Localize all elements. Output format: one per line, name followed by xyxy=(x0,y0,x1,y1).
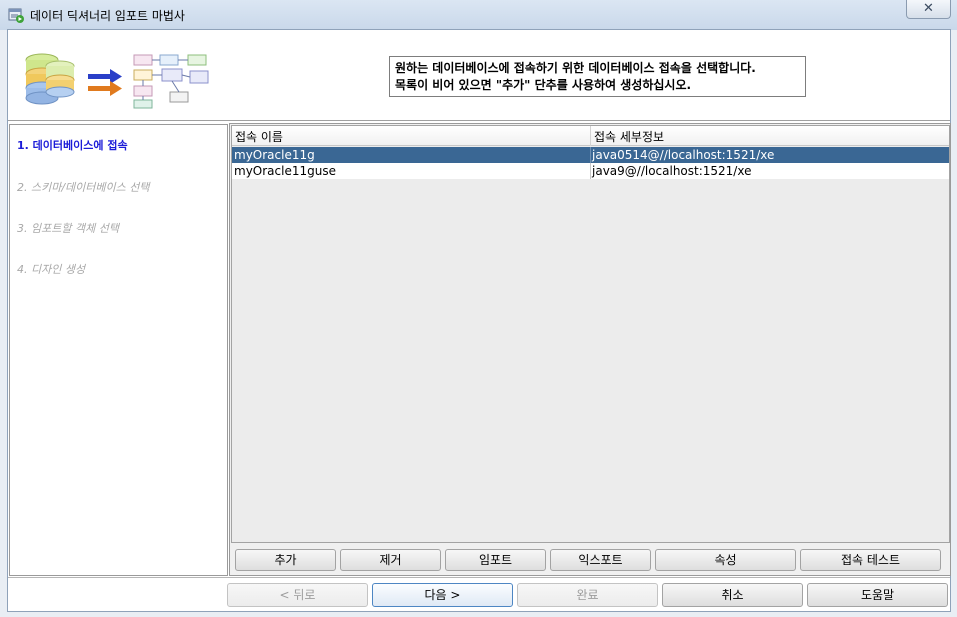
export-button[interactable]: 익스포트 xyxy=(550,549,651,571)
back-button[interactable]: < 뒤로 xyxy=(227,583,368,607)
step-connect-database: 1. 데이터베이스에 접속 xyxy=(17,139,128,152)
connection-content-panel: 접속 이름 접속 세부정보 myOracle11g java0514@//loc… xyxy=(229,123,951,576)
database-diagram-icon xyxy=(25,53,209,109)
title-bar: 데이터 딕셔너리 임포트 마법사 ✕ xyxy=(0,0,957,30)
connection-table[interactable]: 접속 이름 접속 세부정보 myOracle11g java0514@//loc… xyxy=(231,125,950,543)
table-row[interactable]: myOracle11g java0514@//localhost:1521/xe xyxy=(232,147,949,163)
connection-details-cell: java0514@//localhost:1521/xe xyxy=(592,148,775,162)
close-button[interactable]: ✕ xyxy=(906,0,951,19)
finish-button[interactable]: 완료 xyxy=(517,583,658,607)
table-header: 접속 이름 접속 세부정보 xyxy=(232,126,949,146)
instruction-line-2: 목록이 비어 있으면 "추가" 단추를 사용하여 생성하십시오. xyxy=(395,78,692,92)
bottom-separator xyxy=(8,577,950,578)
test-connection-button[interactable]: 접속 테스트 xyxy=(800,549,941,571)
instruction-line-1: 원하는 데이터베이스에 접속하기 위한 데이터베이스 접속을 선택합니다. xyxy=(395,61,756,75)
step-generate-design: 4. 디자인 생성 xyxy=(17,263,86,276)
connection-details-cell: java9@//localhost:1521/xe xyxy=(592,164,752,178)
column-header-details[interactable]: 접속 세부정보 xyxy=(594,128,664,145)
window-title: 데이터 딕셔너리 임포트 마법사 xyxy=(30,9,185,23)
cancel-button[interactable]: 취소 xyxy=(662,583,803,607)
table-row[interactable]: myOracle11guse java9@//localhost:1521/xe xyxy=(232,163,949,179)
connection-name-cell: myOracle11g xyxy=(234,148,315,162)
import-button[interactable]: 임포트 xyxy=(445,549,546,571)
wizard-steps-panel: 1. 데이터베이스에 접속 2. 스키마/데이터베이스 선택 3. 임포트할 객… xyxy=(9,124,228,576)
add-connection-button[interactable]: 추가 xyxy=(235,549,336,571)
wizard-app-icon xyxy=(8,8,24,23)
column-header-name[interactable]: 접속 이름 xyxy=(235,128,283,145)
step-select-schema: 2. 스키마/데이터베이스 선택 xyxy=(17,181,150,194)
instruction-message: 원하는 데이터베이스에 접속하기 위한 데이터베이스 접속을 선택합니다. 목록… xyxy=(389,56,806,97)
next-button[interactable]: 다음 > xyxy=(372,583,513,607)
help-button[interactable]: 도움말 xyxy=(807,583,948,607)
step-select-objects: 3. 임포트할 객체 선택 xyxy=(17,222,119,235)
wizard-header: 원하는 데이터베이스에 접속하기 위한 데이터베이스 접속을 선택합니다. 목록… xyxy=(8,30,950,121)
remove-connection-button[interactable]: 제거 xyxy=(340,549,441,571)
close-icon: ✕ xyxy=(923,1,934,16)
connection-name-cell: myOracle11guse xyxy=(234,164,336,178)
properties-button[interactable]: 속성 xyxy=(655,549,796,571)
